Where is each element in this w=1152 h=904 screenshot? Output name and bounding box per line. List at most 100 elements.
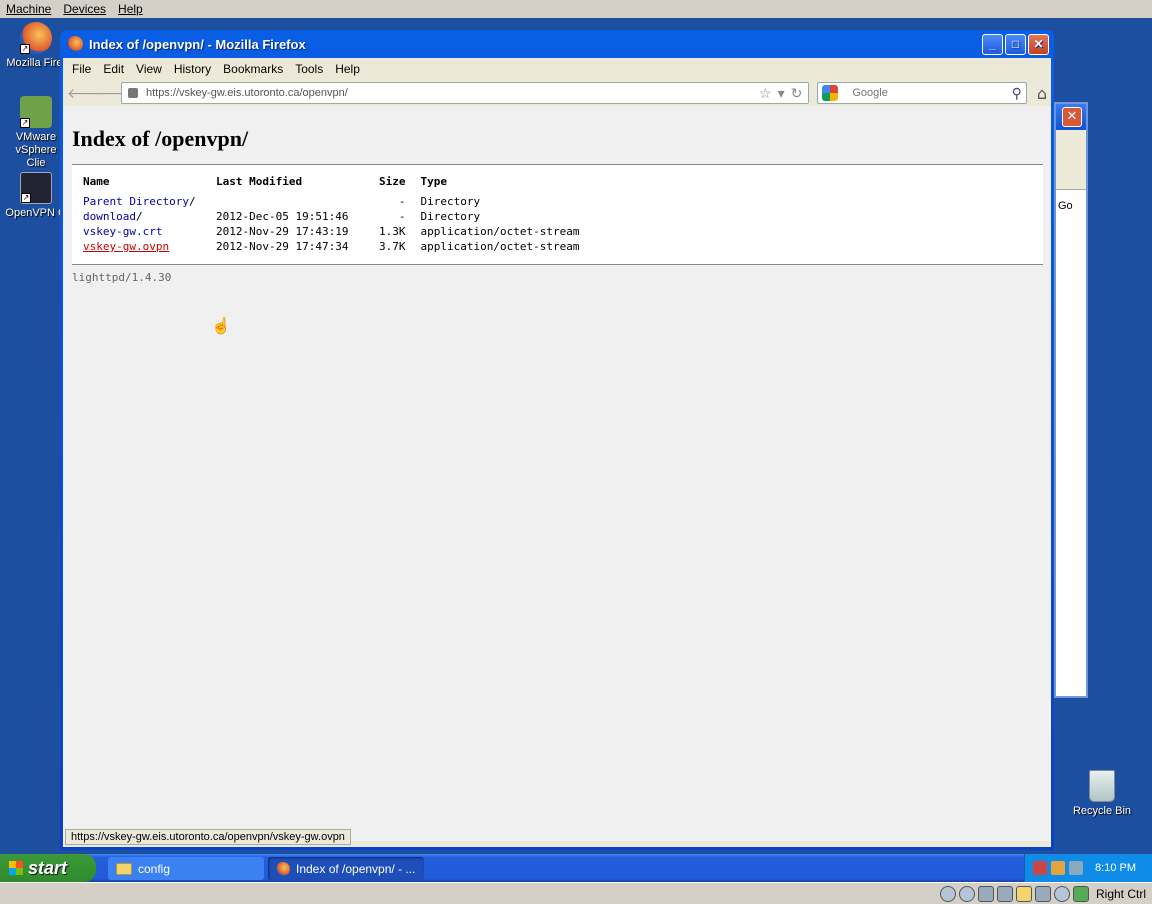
back-arrow-icon[interactable]: 🡐 <box>67 85 105 102</box>
menu-bar: File Edit View History Bookmarks Tools H… <box>63 58 1051 80</box>
optical-drive-icon[interactable] <box>958 885 975 902</box>
directory-listing: Name Last Modified Size Type Parent Dire… <box>72 165 1043 264</box>
url-text[interactable]: https://vskey-gw.eis.utoronto.ca/openvpn… <box>146 87 753 99</box>
file-link[interactable]: download <box>83 210 136 223</box>
usb-icon[interactable] <box>996 885 1013 902</box>
start-button[interactable]: start <box>0 854 96 882</box>
windows-logo-icon <box>9 861 23 875</box>
dropdown-arrow-icon[interactable]: ▾ <box>778 85 785 102</box>
link-suffix: / <box>135 210 143 223</box>
menu-bookmarks[interactable]: Bookmarks <box>218 62 290 76</box>
background-window-titlebar: ✕ <box>1056 104 1086 130</box>
size-cell: - <box>398 195 406 208</box>
table-row: vskey-gw.ovpn 2012-Nov-29 17:47:34 3.7K … <box>82 239 580 254</box>
search-bar[interactable]: ⚲ <box>817 82 1027 104</box>
size-cell: - <box>398 210 406 223</box>
link-suffix: / <box>188 195 196 208</box>
search-input[interactable] <box>852 87 1012 99</box>
table-row: download/ 2012-Dec-05 19:51:46 - Directo… <box>82 209 580 224</box>
divider <box>72 264 1043 265</box>
network-adapter-icon[interactable] <box>977 885 994 902</box>
start-label: start <box>28 857 68 878</box>
table-header-row: Name Last Modified Size Type <box>82 175 580 194</box>
go-button[interactable]: Go <box>1058 200 1073 212</box>
task-label: config <box>138 861 171 876</box>
forward-arrow-icon[interactable]: 🡒 <box>91 85 129 102</box>
google-icon[interactable] <box>822 85 839 101</box>
background-window[interactable]: ✕ Go <box>1054 102 1088 698</box>
menu-view[interactable]: View <box>131 62 169 76</box>
navigation-toolbar: 🡐 🡒 https://vskey-gw.eis.utoronto.ca/ope… <box>63 80 1051 106</box>
firefox-icon <box>276 861 290 876</box>
java-update-icon[interactable] <box>1051 861 1065 875</box>
type-cell: Directory <box>420 210 481 223</box>
url-bar[interactable]: https://vskey-gw.eis.utoronto.ca/openvpn… <box>121 82 810 104</box>
openvpn-icon: ↗ <box>20 172 52 204</box>
window-title: Index of /openvpn/ - Mozilla Firefox <box>89 36 306 52</box>
status-bar-url: https://vskey-gw.eis.utoronto.ca/openvpn… <box>65 829 351 845</box>
page-title: Index of /openvpn/ <box>72 126 249 151</box>
system-tray: 8:10 PM <box>1024 854 1152 882</box>
size-cell: 3.7K <box>379 240 406 253</box>
file-link[interactable]: Parent Directory <box>83 195 189 208</box>
host-status-bar: Right Ctrl <box>0 882 1152 904</box>
shared-folder-icon[interactable] <box>1015 885 1032 902</box>
host-key-label: Right Ctrl <box>1095 886 1146 901</box>
desktop-icon-label: VMware vSphere Clie <box>15 131 57 169</box>
window-body: File Edit View History Bookmarks Tools H… <box>63 58 1051 847</box>
close-button[interactable]: ✕ <box>1028 33 1049 55</box>
host-menu-help[interactable]: Help <box>112 2 149 16</box>
type-cell: application/octet-stream <box>420 240 580 253</box>
listing-table: Name Last Modified Size Type Parent Dire… <box>82 175 580 254</box>
server-signature: lighttpd/1.4.30 <box>72 271 172 284</box>
taskbar: start config Index of /openvpn/ - ... 8:… <box>0 854 1152 882</box>
mouse-integration-icon[interactable] <box>1053 885 1070 902</box>
window-titlebar: Index of /openvpn/ - Mozilla Firefox _ □… <box>63 30 1051 58</box>
file-link[interactable]: vskey-gw.ovpn <box>83 240 169 253</box>
maximize-button[interactable]: □ <box>1005 33 1026 55</box>
host-menu-machine[interactable]: Machine <box>0 2 57 16</box>
column-header-modified: Last Modified <box>216 175 303 188</box>
modified-cell: 2012-Nov-29 17:43:19 <box>216 225 349 238</box>
home-icon[interactable]: ⌂ <box>1037 84 1047 103</box>
firefox-window: Index of /openvpn/ - Mozilla Firefox _ □… <box>60 30 1054 850</box>
hard-disk-icon[interactable] <box>939 885 956 902</box>
name-cell: vskey-gw.crt <box>82 224 215 239</box>
menu-file[interactable]: File <box>67 62 98 76</box>
clock: 8:10 PM <box>1095 862 1136 874</box>
vmware-tools-icon[interactable] <box>1069 861 1083 875</box>
page-content: Index of /openvpn/ Name Last Modified Si… <box>63 106 1051 841</box>
keyboard-capture-icon[interactable] <box>1072 885 1089 902</box>
desktop-icon-label: Recycle Bin <box>1072 805 1132 817</box>
minimize-button[interactable]: _ <box>982 33 1003 55</box>
menu-edit[interactable]: Edit <box>98 62 131 76</box>
virtualization-icon[interactable] <box>1034 885 1051 902</box>
vsphere-icon: ↗ <box>20 96 52 128</box>
menu-tools[interactable]: Tools <box>290 62 330 76</box>
task-label: Index of /openvpn/ - ... <box>296 861 416 876</box>
search-icon[interactable]: ⚲ <box>1012 85 1022 102</box>
column-header-type: Type <box>420 175 448 188</box>
file-link[interactable]: vskey-gw.crt <box>83 225 162 238</box>
modified-cell: 2012-Dec-05 19:51:46 <box>216 210 349 223</box>
host-menu-bar: Machine Devices Help <box>0 0 1152 18</box>
modified-cell: 2012-Nov-29 17:47:34 <box>216 240 349 253</box>
menu-history[interactable]: History <box>169 62 218 76</box>
menu-help[interactable]: Help <box>330 62 367 76</box>
hand-cursor-icon: ☝ <box>211 318 231 335</box>
close-icon[interactable]: ✕ <box>1062 107 1082 127</box>
background-window-toolbar: Go <box>1056 130 1086 212</box>
network-icon[interactable] <box>1033 861 1047 875</box>
taskbar-button-firefox[interactable]: Index of /openvpn/ - ... <box>268 857 424 880</box>
type-cell: Directory <box>420 195 481 208</box>
bookmark-star-icon[interactable]: ☆ <box>759 85 772 102</box>
taskbar-button-config[interactable]: config <box>108 857 264 880</box>
desktop-icon-recycle-bin[interactable]: Recycle Bin <box>1066 770 1138 818</box>
modified-cell <box>215 194 373 209</box>
name-cell: Parent Directory/ <box>82 194 215 209</box>
reload-icon[interactable]: ↻ <box>791 85 803 102</box>
host-menu-devices[interactable]: Devices <box>57 2 112 16</box>
table-row: vskey-gw.crt 2012-Nov-29 17:43:19 1.3K a… <box>82 224 580 239</box>
recycle-bin-icon <box>1089 770 1115 802</box>
firefox-icon: ↗ <box>20 22 52 54</box>
